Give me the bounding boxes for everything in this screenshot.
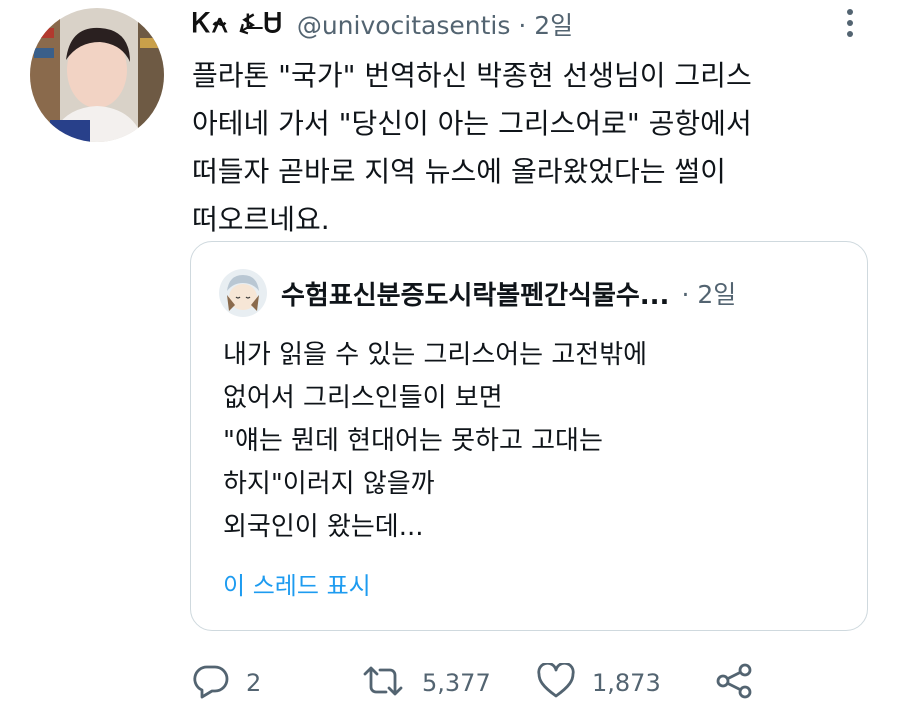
retweet-count: 5,377 bbox=[422, 669, 491, 697]
retweet-icon bbox=[360, 663, 406, 703]
reply-button[interactable]: 2 bbox=[192, 663, 360, 703]
separator-dot: · bbox=[518, 11, 535, 40]
author-avatar[interactable] bbox=[30, 8, 164, 142]
action-bar: 2 5,377 1,873 bbox=[192, 660, 754, 706]
quote-text: 내가 읽을 수 있는 그리스어는 고전밖에 없어서 그리스인들이 보면 "얘는 … bbox=[223, 340, 648, 542]
show-thread-link[interactable]: 이 스레드 표시 bbox=[223, 566, 371, 601]
retweet-button[interactable]: 5,377 bbox=[360, 663, 536, 703]
tweet-header: Ꮶ⍲ ⍼Ꮜ @univocitasentis · 2일 bbox=[192, 6, 573, 42]
reply-count: 2 bbox=[246, 669, 262, 697]
share-button[interactable] bbox=[714, 662, 754, 704]
more-icon[interactable] bbox=[836, 6, 864, 40]
quote-time-wrap: · 2일 bbox=[681, 275, 736, 311]
quote-time[interactable]: 2일 bbox=[697, 280, 736, 309]
handle-and-time: @univocitasentis · 2일 bbox=[297, 6, 573, 42]
separator-dot: · bbox=[681, 280, 698, 309]
like-icon bbox=[536, 661, 576, 703]
like-button[interactable]: 1,873 bbox=[536, 661, 714, 703]
tweet-time[interactable]: 2일 bbox=[534, 11, 573, 40]
share-icon bbox=[714, 662, 754, 704]
display-name[interactable]: Ꮶ⍲ ⍼Ꮜ bbox=[192, 8, 283, 40]
tweet-text: 플라톤 "국가" 번역하신 박종현 선생님이 그리스 아테네 가서 "당신이 아… bbox=[192, 59, 752, 236]
quote-author-name[interactable]: 수험표신분증도시락볼펜간식물수... bbox=[281, 275, 669, 312]
reply-icon bbox=[192, 663, 230, 703]
quote-avatar[interactable] bbox=[219, 269, 267, 317]
like-count: 1,873 bbox=[592, 669, 661, 697]
quoted-tweet[interactable]: 수험표신분증도시락볼펜간식물수... · 2일 내가 읽을 수 있는 그리스어는… bbox=[190, 241, 868, 631]
quote-header: 수험표신분증도시락볼펜간식물수... · 2일 bbox=[219, 268, 736, 318]
handle[interactable]: @univocitasentis bbox=[297, 11, 511, 40]
